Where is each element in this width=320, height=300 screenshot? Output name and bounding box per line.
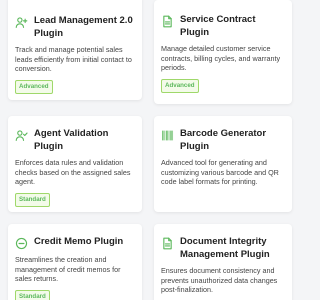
plugin-grid: Lead Management 2.0 Plugin Track and man…: [0, 0, 300, 300]
card-header: Barcode Generator Plugin: [161, 127, 285, 153]
card-description: Track and manage potential sales leads e…: [15, 45, 132, 73]
card-description: Enforces data rules and validation check…: [15, 158, 131, 186]
card-description: Advanced tool for generating and customi…: [161, 158, 279, 186]
tier-badge: Advanced: [161, 78, 199, 93]
card-title: Credit Memo Plugin: [34, 236, 124, 247]
card-header: Agent Validation Plugin: [15, 127, 136, 153]
tier-badge: Standard: [15, 192, 50, 207]
card-title: Agent Validation Plugin: [34, 128, 109, 152]
document-icon: [161, 237, 174, 250]
plugin-card-barcode-generator[interactable]: Barcode Generator Plugin Advanced tool f…: [154, 116, 292, 212]
user-check-icon: [15, 129, 28, 142]
plugin-card-agent-validation[interactable]: Agent Validation Plugin Enforces data ru…: [8, 116, 142, 212]
card-description: Manage detailed customer service contrac…: [161, 44, 281, 72]
user-add-icon: [15, 16, 28, 29]
plugin-card-lead-management[interactable]: Lead Management 2.0 Plugin Track and man…: [8, 0, 142, 100]
card-description: Ensures document consistency and prevent…: [161, 266, 278, 294]
tier-badge: Standard: [15, 289, 50, 300]
plugin-card-document-integrity[interactable]: Document Integrity Management Plugin Ens…: [154, 224, 292, 300]
card-description: Streamlines the creation and management …: [15, 255, 121, 283]
plugin-card-service-contract[interactable]: Service Contract Plugin Manage detailed …: [154, 0, 292, 104]
card-header: Document Integrity Management Plugin: [161, 235, 285, 261]
tier-badge: Advanced: [15, 79, 53, 94]
card-title: Lead Management 2.0 Plugin: [34, 15, 133, 39]
plugin-card-credit-memo[interactable]: Credit Memo Plugin Streamlines the creat…: [8, 224, 142, 300]
card-title: Document Integrity Management Plugin: [180, 236, 270, 260]
document-icon: [161, 15, 174, 28]
card-header: Service Contract Plugin: [161, 13, 285, 39]
card-header: Lead Management 2.0 Plugin: [15, 14, 136, 40]
card-title: Service Contract Plugin: [180, 14, 256, 38]
card-header: Credit Memo Plugin: [15, 235, 136, 250]
barcode-icon: [161, 129, 174, 142]
minus-circle-icon: [15, 237, 28, 250]
card-title: Barcode Generator Plugin: [180, 128, 267, 152]
